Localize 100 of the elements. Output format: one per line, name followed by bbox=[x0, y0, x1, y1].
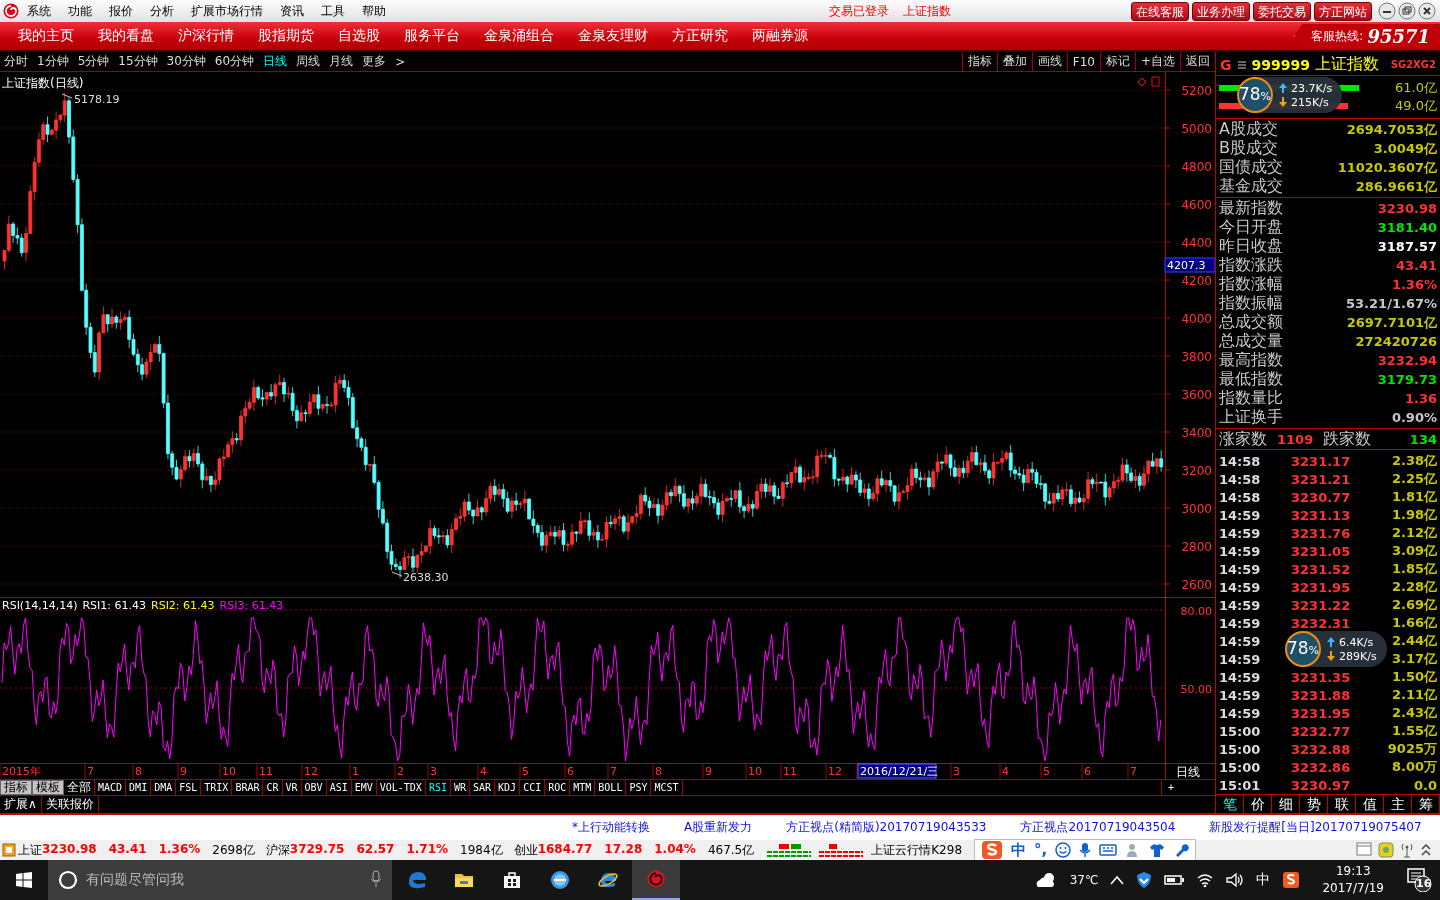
indicator-tab[interactable]: DMI bbox=[126, 780, 152, 795]
period-tab[interactable]: 30分钟 bbox=[166, 53, 206, 70]
news-link[interactable]: A股重新发力 bbox=[684, 819, 753, 836]
header-button[interactable]: 方正网站 bbox=[1314, 1, 1372, 21]
news-link[interactable]: *上行动能转换 bbox=[572, 819, 650, 836]
field-value: 3187.57 bbox=[1377, 239, 1437, 254]
indicator-tab[interactable]: BRAR bbox=[232, 780, 264, 795]
menu-item[interactable]: 资讯 bbox=[280, 2, 304, 20]
panel-tab[interactable]: 笔 bbox=[1216, 795, 1244, 813]
news-link[interactable]: 方正视点(精简版)20170719043533 bbox=[786, 819, 987, 836]
ime-button[interactable]: °, bbox=[1034, 841, 1048, 859]
date-label: 12 bbox=[828, 765, 842, 778]
bottom-tab[interactable]: 关联报价 bbox=[41, 796, 99, 813]
menu-item[interactable]: 功能 bbox=[68, 2, 92, 20]
period-tab[interactable]: 周线 bbox=[296, 53, 321, 70]
panel-tab[interactable]: 值 bbox=[1356, 795, 1384, 813]
indicator-tab[interactable]: ROC bbox=[545, 780, 571, 795]
header-button[interactable]: 委托交易 bbox=[1253, 1, 1311, 21]
indicator-tab[interactable]: VR bbox=[282, 780, 302, 795]
field-value: 43.41 bbox=[1395, 258, 1437, 273]
date-label: 11 bbox=[259, 765, 273, 778]
menu-item[interactable]: 系统 bbox=[27, 2, 51, 20]
clock[interactable]: 19:13 2017/7/19 bbox=[1322, 863, 1384, 897]
download-speed: 289K/s bbox=[1339, 649, 1377, 663]
nav-item[interactable]: 两融券源 bbox=[752, 27, 808, 45]
index-amount: 2698亿 bbox=[212, 841, 255, 859]
indicator-tab[interactable]: SAR bbox=[470, 780, 496, 795]
period-tab[interactable]: 更多 bbox=[362, 53, 387, 70]
hotline-label: 客服热线: bbox=[1311, 27, 1364, 45]
tool-button[interactable]: 标记 bbox=[1099, 52, 1135, 71]
more-arrow[interactable]: > bbox=[395, 54, 406, 69]
tool-button[interactable]: 指标 bbox=[961, 52, 997, 71]
panel-tab[interactable]: 联 bbox=[1328, 795, 1356, 813]
indicator-tab[interactable]: TRIX bbox=[201, 780, 233, 795]
indicator-tab[interactable]: WR bbox=[450, 780, 470, 795]
indicator-tab[interactable]: CCI bbox=[520, 780, 546, 795]
tool-button[interactable]: 画线 bbox=[1031, 52, 1067, 71]
panel-tab[interactable]: 势 bbox=[1300, 795, 1328, 813]
period-tab[interactable]: 1分钟 bbox=[37, 53, 69, 70]
percent-sign: % bbox=[1308, 644, 1320, 657]
menu-item[interactable]: 扩展市场行情 bbox=[191, 2, 263, 20]
indicator-tab[interactable]: CR bbox=[263, 780, 283, 795]
indicator-tab[interactable]: VOL-TDX bbox=[376, 780, 426, 795]
search-field[interactable]: 有问题尽管问我 bbox=[48, 860, 392, 900]
tick-price: 3231.88 bbox=[1291, 687, 1351, 703]
news-link[interactable]: 方正视点20170719043504 bbox=[1020, 819, 1176, 836]
indicator-tab[interactable]: RSI bbox=[425, 780, 451, 795]
menu-item[interactable]: 工具 bbox=[321, 2, 345, 20]
nav-item[interactable]: 沪深行情 bbox=[178, 27, 234, 45]
bottom-tab[interactable]: 扩展∧ bbox=[0, 796, 42, 813]
field-value: 3179.73 bbox=[1377, 372, 1437, 387]
indicator-tab[interactable]: DMA bbox=[151, 780, 177, 795]
nav-item[interactable]: 股指期货 bbox=[258, 27, 314, 45]
indicator-tab[interactable]: FSL bbox=[176, 780, 202, 795]
period-tab[interactable]: 日线 bbox=[263, 53, 288, 70]
period-tab[interactable]: 分时 bbox=[4, 53, 28, 70]
panel-tab[interactable]: 价 bbox=[1244, 795, 1272, 813]
mode-tab[interactable]: 指标 bbox=[0, 780, 32, 795]
nav-item[interactable]: 自选股 bbox=[338, 27, 380, 45]
tool-button[interactable]: +自选 bbox=[1134, 52, 1180, 71]
indicator-tab[interactable]: EMV bbox=[351, 780, 377, 795]
nav-item[interactable]: 方正研究 bbox=[672, 27, 728, 45]
period-tab[interactable]: 月线 bbox=[329, 53, 354, 70]
header-button[interactable]: 业务办理 bbox=[1192, 1, 1250, 21]
header-button[interactable]: 在线客服 bbox=[1131, 1, 1189, 21]
indicator-tab[interactable]: BOLL bbox=[595, 780, 627, 795]
tool-button[interactable]: 叠加 bbox=[996, 52, 1032, 71]
period-tab[interactable]: 15分钟 bbox=[118, 53, 158, 70]
period-tab[interactable]: 60分钟 bbox=[214, 53, 255, 70]
ime-button[interactable]: 中 bbox=[1011, 840, 1027, 860]
date-label: 2 bbox=[397, 765, 404, 778]
field-label: 总成交量 bbox=[1219, 331, 1283, 351]
menu-item[interactable]: 分析 bbox=[150, 2, 174, 20]
indicator-tab[interactable]: KDJ bbox=[495, 780, 521, 795]
ime-indicator[interactable]: 中 bbox=[1256, 871, 1271, 889]
menu-item[interactable]: 报价 bbox=[109, 2, 133, 20]
indicator-tab[interactable]: MTM bbox=[570, 780, 596, 795]
nav-item[interactable]: 金泉友理财 bbox=[578, 27, 648, 45]
indicator-tab[interactable]: MACD bbox=[95, 780, 127, 795]
indicator-tab[interactable]: 全部 bbox=[64, 780, 95, 795]
news-link[interactable]: 新股发行提醒[当日]20170719075407 bbox=[1209, 819, 1422, 836]
field-label: B股成交 bbox=[1219, 138, 1278, 158]
nav-item[interactable]: 我的看盘 bbox=[98, 27, 154, 45]
indicator-tab[interactable]: OBV bbox=[301, 780, 327, 795]
menu-item[interactable]: 帮助 bbox=[362, 2, 386, 20]
field-value: 286.9661亿 bbox=[1355, 177, 1437, 196]
indicator-tab[interactable]: MCST bbox=[651, 780, 683, 795]
nav-item[interactable]: 服务平台 bbox=[404, 27, 460, 45]
mode-tab[interactable]: 模板 bbox=[32, 780, 64, 795]
panel-tab[interactable]: 主 bbox=[1384, 795, 1412, 813]
nav-item[interactable]: 金泉涌组合 bbox=[484, 27, 554, 45]
indicator-tab[interactable]: PSY bbox=[626, 780, 652, 795]
axis-label: 4000 bbox=[1181, 312, 1212, 326]
period-tab[interactable]: 5分钟 bbox=[77, 53, 110, 70]
panel-tab[interactable]: 筹 bbox=[1412, 795, 1440, 813]
field-label: 指数涨幅 bbox=[1219, 274, 1283, 295]
nav-item[interactable]: 我的主页 bbox=[18, 27, 74, 45]
panel-tab[interactable]: 细 bbox=[1272, 795, 1300, 813]
indicator-tab[interactable]: ASI bbox=[326, 780, 352, 795]
tool-button[interactable]: F10 bbox=[1066, 52, 1100, 71]
